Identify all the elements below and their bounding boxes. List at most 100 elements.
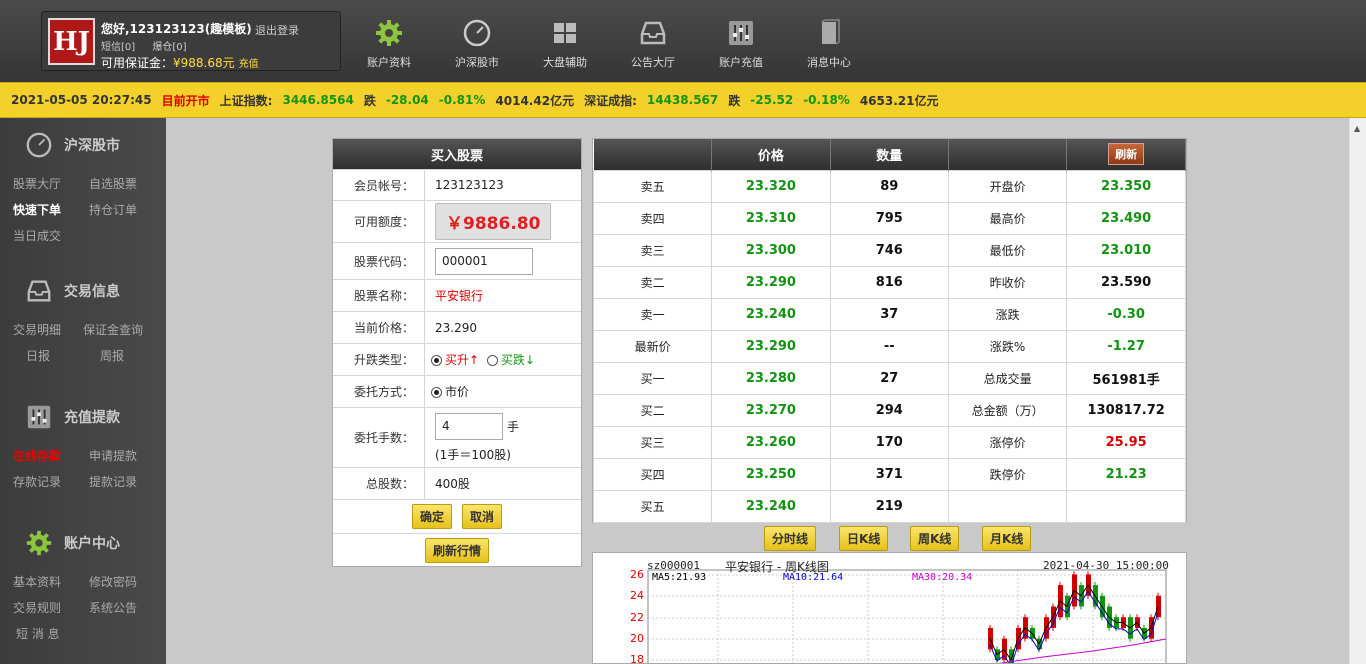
quote-row: 买一 23.280 27 总成交量 561981手	[592, 361, 1186, 395]
buy-down-radio[interactable]	[486, 355, 498, 366]
quote-level-label: 买五	[592, 489, 713, 523]
sidebar-link-system-notice[interactable]: 系统公告	[89, 599, 137, 616]
quote-qty: --	[829, 329, 949, 363]
market-order-radio[interactable]	[431, 387, 442, 398]
nav-market-aid[interactable]: 大盘辅助	[529, 18, 601, 70]
sidebar-link-quick-order[interactable]: 快速下单	[13, 201, 61, 218]
nav-announcements[interactable]: 公告大厅	[617, 18, 689, 70]
quote-row: 卖五 23.320 89 开盘价 23.350	[592, 169, 1186, 203]
market-order-label[interactable]: 市价	[445, 385, 469, 399]
quote-price: 23.250	[711, 457, 831, 491]
sidebar-link-stock-hall[interactable]: 股票大厅	[13, 175, 61, 192]
quote-stat-value: 23.350	[1066, 169, 1186, 203]
logout-link[interactable]: 退出登录	[255, 22, 299, 38]
sidebar-section-title: 账户中心	[64, 536, 120, 552]
sidebar-link-positions[interactable]: 持仓订单	[89, 201, 137, 218]
sh-index-value: 3446.8564	[282, 93, 354, 107]
sidebar-link-withdraw-records[interactable]: 提款记录	[89, 473, 137, 490]
quote-row: 卖四 23.310 795 最高价 23.490	[592, 201, 1186, 235]
quote-row: 买三 23.260 170 涨停价 25.95	[592, 425, 1186, 459]
refresh-button[interactable]: 刷新	[1108, 143, 1145, 166]
quote-header-refresh: 刷新	[1066, 139, 1186, 170]
sidebar-link-today-trades[interactable]: 当日成交	[13, 227, 61, 244]
inbox-icon	[640, 21, 666, 45]
sz-index-label: 深证成指:	[584, 93, 637, 108]
buy-panel-title: 买入股票	[333, 139, 581, 169]
refresh-quote-button[interactable]: 刷新行情	[424, 538, 489, 563]
sidebar-section-stock-market[interactable]: 沪深股市	[24, 130, 120, 160]
sidebar-link-trade-details[interactable]: 交易明细	[13, 321, 61, 338]
y-tick: 20	[630, 632, 644, 645]
quote-header-blank	[593, 139, 713, 170]
quote-stat-value: 25.95	[1066, 425, 1186, 459]
quote-qty: 27	[829, 361, 949, 395]
intraday-button[interactable]: 分时线	[764, 526, 817, 551]
sidebar-link-basic-info[interactable]: 基本资料	[13, 573, 61, 590]
sh-change-pct: -0.81%	[438, 93, 486, 107]
daily-kline-button[interactable]: 日K线	[839, 526, 889, 551]
weekly-kline-button[interactable]: 周K线	[910, 526, 960, 551]
sz-amount: 4653.21亿元	[859, 93, 939, 108]
quote-stat-label: 涨跌%	[947, 329, 1068, 363]
buy-up-radio[interactable]	[431, 355, 442, 366]
page-scrollbar[interactable]: ▲	[1349, 118, 1366, 664]
name-row: 股票名称： 平安银行	[333, 279, 581, 311]
y-tick: 24	[630, 589, 644, 602]
ma30-label: MA30:20.34	[912, 572, 973, 583]
sidebar-link-daily-report[interactable]: 日报	[26, 347, 50, 364]
nav-stock-market[interactable]: 沪深股市	[441, 18, 513, 70]
quote-qty: 746	[829, 233, 949, 267]
scroll-up-icon[interactable]: ▲	[1354, 124, 1360, 133]
sms-link[interactable]: 短信[0]	[101, 42, 135, 53]
nav-messages[interactable]: 消息中心	[793, 18, 865, 70]
nav-label: 大盘辅助	[543, 56, 587, 69]
warehouse-link[interactable]: 爆仓[0]	[152, 42, 186, 53]
sidebar-section-deposit-withdraw[interactable]: 充值提款	[24, 402, 120, 432]
sidebar-link-weekly-report[interactable]: 周报	[100, 347, 124, 364]
margin-value: ¥988.68元	[173, 56, 235, 70]
quote-stat-label: 涨停价	[947, 425, 1068, 459]
quote-price: 23.310	[711, 201, 831, 235]
sidebar-link-change-password[interactable]: 修改密码	[89, 573, 137, 590]
quote-stat-label: 总成交量	[947, 361, 1068, 395]
sh-change: -28.04	[385, 93, 429, 107]
quote-price: 23.320	[711, 169, 831, 203]
sidebar-link-online-deposit[interactable]: 在线存款	[13, 447, 61, 464]
cancel-button[interactable]: 取消	[462, 504, 503, 529]
stock-code-input[interactable]: 000001	[435, 247, 533, 275]
chart-code: sz000001	[647, 559, 700, 572]
sidebar-link-trade-rules[interactable]: 交易规则	[13, 599, 61, 616]
quote-qty: 795	[829, 201, 949, 235]
buy-up-label[interactable]: 买升↑	[445, 353, 479, 367]
quote-level-label: 卖二	[592, 265, 713, 299]
sidebar-link-apply-withdraw[interactable]: 申请提款	[89, 447, 137, 464]
logo: HJ	[48, 18, 95, 65]
sidebar-section-trade-info[interactable]: 交易信息	[24, 276, 120, 306]
sidebar-link-watchlist[interactable]: 自选股票	[89, 175, 137, 192]
confirm-button[interactable]: 确定	[411, 504, 452, 529]
order-type-row: 委托方式： 市价	[333, 375, 581, 407]
monthly-kline-button[interactable]: 月K线	[982, 526, 1032, 551]
nav-recharge[interactable]: 账户充值	[705, 18, 777, 70]
nav-account-info[interactable]: 账户资料	[353, 18, 425, 70]
quote-stat-value	[1066, 489, 1186, 523]
lots-input[interactable]: 4	[435, 412, 503, 440]
kline-chart: sz000001 平安银行 - 周K线图 2021-04-30 15:00:00…	[592, 552, 1187, 664]
limit-row: 可用额度： ￥9886.80	[333, 200, 581, 242]
sidebar-link-short-message[interactable]: 短 消 息	[16, 625, 60, 642]
buy-down-label[interactable]: 买跌↓	[501, 353, 535, 367]
sz-direction: 跌	[728, 93, 741, 108]
sidebar-link-deposit-records[interactable]: 存款记录	[13, 473, 61, 490]
limit-label: 可用额度：	[333, 201, 425, 242]
stock-name: 平安银行	[435, 289, 484, 303]
sidebar-section-account-center[interactable]: 账户中心	[24, 528, 120, 558]
recharge-link[interactable]: 充值	[239, 59, 259, 70]
sidebar-link-margin-query[interactable]: 保证金查询	[83, 321, 143, 338]
quote-level-label: 卖四	[592, 201, 713, 235]
quote-stat-value: -1.27	[1066, 329, 1186, 363]
sh-amount: 4014.42亿元	[495, 93, 575, 108]
quote-qty: 37	[829, 297, 949, 331]
price-row: 当前价格： 23.290	[333, 311, 581, 343]
quote-stat-label: 昨收价	[947, 265, 1068, 299]
y-tick: 26	[630, 568, 644, 581]
